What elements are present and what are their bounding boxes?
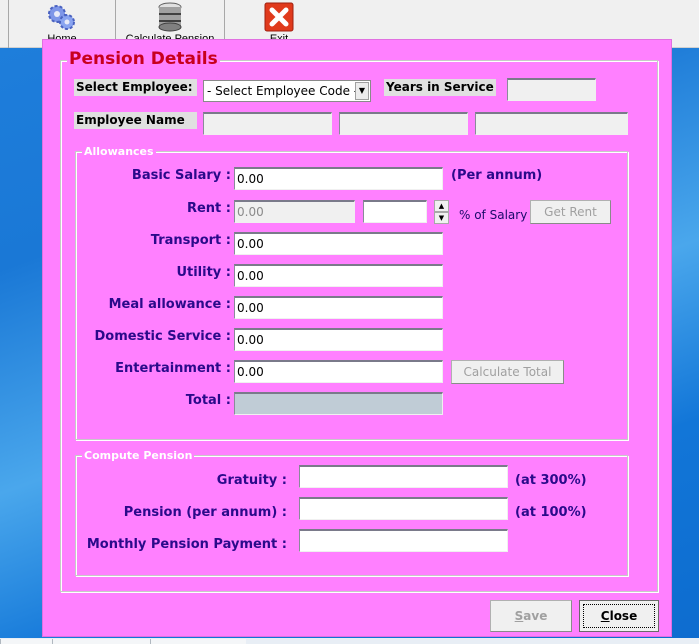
employee-first-name-field[interactable] xyxy=(203,112,332,135)
domestic-service-label: Domestic Service : xyxy=(94,329,232,344)
compute-pension-title: Compute Pension xyxy=(82,449,195,462)
monthly-pension-field[interactable] xyxy=(299,529,508,552)
entertainment-label: Entertainment : xyxy=(115,361,231,376)
employee-middle-name-field[interactable] xyxy=(339,112,468,135)
employee-last-name-field[interactable] xyxy=(475,112,628,135)
per-annum-label: (Per annum) xyxy=(451,168,543,183)
basic-salary-field[interactable]: 0.00 xyxy=(234,167,443,190)
calculate-total-button[interactable]: Calculate Total xyxy=(451,360,564,384)
pension-per-annum-field[interactable] xyxy=(299,497,508,520)
taskbar-strip xyxy=(0,638,699,644)
rent-percent-spinner[interactable]: ▲ ▼ xyxy=(434,200,449,224)
years-in-service-field[interactable] xyxy=(507,78,596,101)
focus-rectangle xyxy=(583,604,655,628)
pension-details-dialog: Pension Details Select Employee: - Selec… xyxy=(42,39,672,637)
basic-salary-label: Basic Salary : xyxy=(131,168,231,183)
gratuity-field[interactable] xyxy=(299,465,508,488)
domestic-service-field[interactable]: 0.00 xyxy=(234,328,443,351)
gratuity-note: (at 300%) xyxy=(515,473,587,488)
pension-note: (at 100%) xyxy=(515,505,587,520)
database-icon xyxy=(158,2,182,32)
save-mnemonic: S xyxy=(514,609,524,623)
utility-field[interactable]: 0.00 xyxy=(234,264,443,287)
entertainment-field[interactable]: 0.00 xyxy=(234,360,443,383)
get-rent-button[interactable]: Get Rent xyxy=(530,200,611,224)
total-label: Total : xyxy=(185,393,231,408)
rent-label: Rent : xyxy=(186,201,231,216)
gears-icon xyxy=(48,5,75,30)
employee-code-combobox[interactable]: - Select Employee Code - ▼ xyxy=(203,80,371,102)
pension-per-annum-label: Pension (per annum) : xyxy=(123,505,287,520)
transport-field[interactable]: 0.00 xyxy=(234,232,443,255)
employee-name-label: Employee Name xyxy=(74,112,197,129)
total-field[interactable] xyxy=(234,392,443,415)
employee-code-selected: - Select Employee Code - xyxy=(207,84,359,98)
allowances-title: Allowances xyxy=(82,145,156,158)
years-in-service-label: Years in Service xyxy=(384,79,496,96)
spin-up-icon[interactable]: ▲ xyxy=(434,200,449,212)
close-button[interactable]: Close xyxy=(579,600,659,632)
spin-down-icon[interactable]: ▼ xyxy=(434,212,449,224)
monthly-pension-label: Monthly Pension Payment : xyxy=(86,537,287,552)
rent-field[interactable]: 0.00 xyxy=(234,200,355,223)
red-x-icon xyxy=(264,2,294,32)
dialog-title: Pension Details xyxy=(67,49,220,69)
rent-percent-field[interactable] xyxy=(363,200,427,223)
save-label: ave xyxy=(523,609,548,623)
gratuity-label: Gratuity : xyxy=(216,473,287,488)
chevron-down-icon[interactable]: ▼ xyxy=(355,82,369,100)
select-employee-label: Select Employee: xyxy=(74,79,197,96)
meal-allowance-label: Meal allowance : xyxy=(108,297,231,312)
save-button[interactable]: Save xyxy=(490,600,572,632)
transport-label: Transport : xyxy=(150,233,231,248)
percent-of-salary-label: % of Salary xyxy=(459,208,528,222)
utility-label: Utility : xyxy=(176,265,231,280)
meal-allowance-field[interactable]: 0.00 xyxy=(234,296,443,319)
